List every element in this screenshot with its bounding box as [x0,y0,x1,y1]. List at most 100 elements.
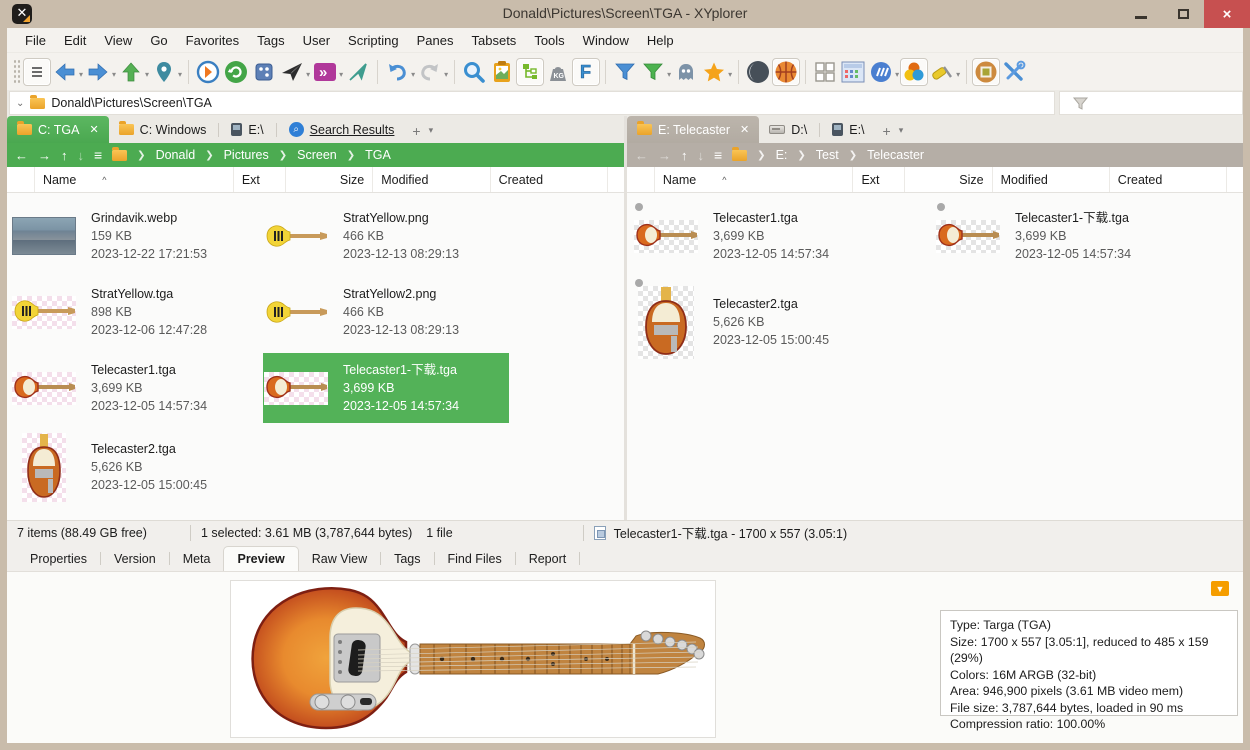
menu-edit[interactable]: Edit [55,29,95,52]
column-modified[interactable]: Modified [993,167,1110,192]
tab-properties[interactable]: Properties [17,547,100,571]
crumb-menu-icon[interactable]: ≡ [714,147,722,163]
crumb-down-icon[interactable]: ↓ [78,148,85,163]
left-tab-e-drive[interactable]: E:\ [221,116,273,143]
location-pin-icon[interactable] [150,58,178,86]
file-tile[interactable]: StratYellow.tga898 KB2023-12-06 12:47:28 [11,277,257,347]
pointer-icon[interactable] [344,58,372,86]
dark-mode-moon-icon[interactable] [744,58,772,86]
tools-wrench-icon[interactable] [1000,58,1028,86]
column-name[interactable]: Name^ [655,167,854,192]
color-circles-icon[interactable] [900,58,928,86]
column-created[interactable]: Created [491,167,608,192]
title-bar[interactable]: ✕ Donald\Pictures\Screen\TGA - XYplorer … [0,0,1250,28]
file-tile[interactable]: Telecaster1.tga3,699 KB2023-12-05 14:57:… [633,201,933,271]
breadcrumb-segment[interactable]: E: [776,148,788,162]
tab-close-icon[interactable]: ✕ [740,123,749,136]
tab-tags[interactable]: Tags [381,547,433,571]
menu-tabsets[interactable]: Tabsets [463,29,526,52]
tab-list-dropdown[interactable]: ▾ [899,125,910,143]
double-chevron-badge-icon[interactable]: » [311,58,339,86]
forward-icon[interactable] [84,58,112,86]
right-tab-e-telecaster[interactable]: E: Telecaster ✕ [627,116,759,143]
chevron-badge-dropdown[interactable]: ▾ [339,70,343,79]
pin-dropdown[interactable]: ▾ [178,70,182,79]
breadcrumb-segment[interactable]: Telecaster [867,148,924,162]
favorites-star-icon[interactable] [700,58,728,86]
tab-list-dropdown[interactable]: ▾ [429,125,440,143]
column-ext[interactable]: Ext [853,167,905,192]
crumb-forward-icon[interactable]: → [658,148,671,163]
address-path[interactable]: Donald\Pictures\Screen\TGA [51,96,212,110]
search-icon[interactable] [460,58,488,86]
main-menu-button[interactable] [23,58,51,86]
breadcrumb-segment[interactable]: Screen [297,148,337,162]
new-tab-button[interactable]: + [404,123,428,143]
file-tile[interactable]: StratYellow.png466 KB2023-12-13 08:29:13 [263,201,509,271]
crumb-menu-icon[interactable]: ≡ [94,147,102,163]
details-panel-icon[interactable] [839,58,867,86]
right-tab-e-drive[interactable]: E:\ [822,116,874,143]
address-dropdown-icon[interactable]: ⌄ [16,98,24,109]
back-icon[interactable] [51,58,79,86]
undo-icon[interactable] [383,58,411,86]
file-tile[interactable]: Telecaster2.tga5,626 KB2023-12-05 15:00:… [633,277,933,367]
new-tab-button[interactable]: + [875,123,899,143]
column-size[interactable]: Size [286,167,374,192]
tab-report[interactable]: Report [516,547,580,571]
menu-user[interactable]: User [294,29,339,52]
up-dropdown[interactable]: ▾ [145,70,149,79]
tab-close-icon[interactable]: ✕ [89,123,98,136]
right-tab-d-drive[interactable]: D:\ [759,116,817,143]
panel-dropdown-button[interactable]: ▼ [1211,581,1229,596]
menu-view[interactable]: View [95,29,141,52]
paint-roller-icon[interactable] [928,58,956,86]
menu-favorites[interactable]: Favorites [177,29,248,52]
menu-go[interactable]: Go [141,29,176,52]
column-size[interactable]: Size [905,167,992,192]
tab-version[interactable]: Version [101,547,169,571]
tab-find-files[interactable]: Find Files [435,547,515,571]
up-icon[interactable] [117,58,145,86]
column-ext[interactable]: Ext [234,167,286,192]
redo-icon[interactable] [416,58,444,86]
menu-tools[interactable]: Tools [525,29,573,52]
file-tile[interactable]: Grindavik.webp159 KB2023-12-22 17:21:53 [11,201,257,271]
folder-icon[interactable] [732,150,747,161]
tab-preview[interactable]: Preview [223,546,298,571]
file-tile[interactable]: StratYellow2.png466 KB2023-12-13 08:29:1… [263,277,509,347]
menu-window[interactable]: Window [574,29,638,52]
left-tab-c-windows[interactable]: C: Windows [109,116,217,143]
crumb-back-icon[interactable]: ← [15,148,28,163]
filter-dropdown[interactable]: ▾ [667,70,671,79]
address-bar[interactable]: ⌄ Donald\Pictures\Screen\TGA [9,91,1055,115]
file-tile[interactable]: Telecaster1-下载.tga3,699 KB2023-12-05 14:… [935,201,1235,271]
ghost-icon[interactable] [672,58,700,86]
minimize-button[interactable] [1120,0,1162,28]
breadcrumb-segment[interactable]: Test [816,148,839,162]
menu-help[interactable]: Help [638,29,683,52]
file-tile[interactable]: Telecaster2.tga5,626 KB2023-12-05 15:00:… [11,429,257,505]
undo-dropdown[interactable]: ▾ [411,70,415,79]
visual-filter-box[interactable] [1059,91,1243,115]
filter-blue-icon[interactable] [611,58,639,86]
crumb-up-icon[interactable]: ↑ [61,148,68,163]
badge-dropdown[interactable]: ▾ [895,70,899,79]
crumb-forward-icon[interactable]: → [38,148,51,163]
plane-dropdown[interactable]: ▾ [306,70,310,79]
column-name[interactable]: Name^ [35,167,234,192]
back-dropdown[interactable]: ▾ [79,70,83,79]
menu-panes[interactable]: Panes [408,29,463,52]
paper-plane-icon[interactable] [278,58,306,86]
basketball-icon[interactable] [772,58,800,86]
crumb-back-icon[interactable]: ← [635,148,648,163]
paste-image-icon[interactable] [488,58,516,86]
tab-meta[interactable]: Meta [170,547,224,571]
close-button[interactable]: × [1204,0,1250,28]
menu-scripting[interactable]: Scripting [339,29,408,52]
tab-raw-view[interactable]: Raw View [299,547,380,571]
menu-tags[interactable]: Tags [248,29,293,52]
circled-arrow-icon[interactable] [194,58,222,86]
mini-tree-icon[interactable] [516,58,544,86]
file-tile[interactable]: Telecaster1.tga3,699 KB2023-12-05 14:57:… [11,353,257,423]
